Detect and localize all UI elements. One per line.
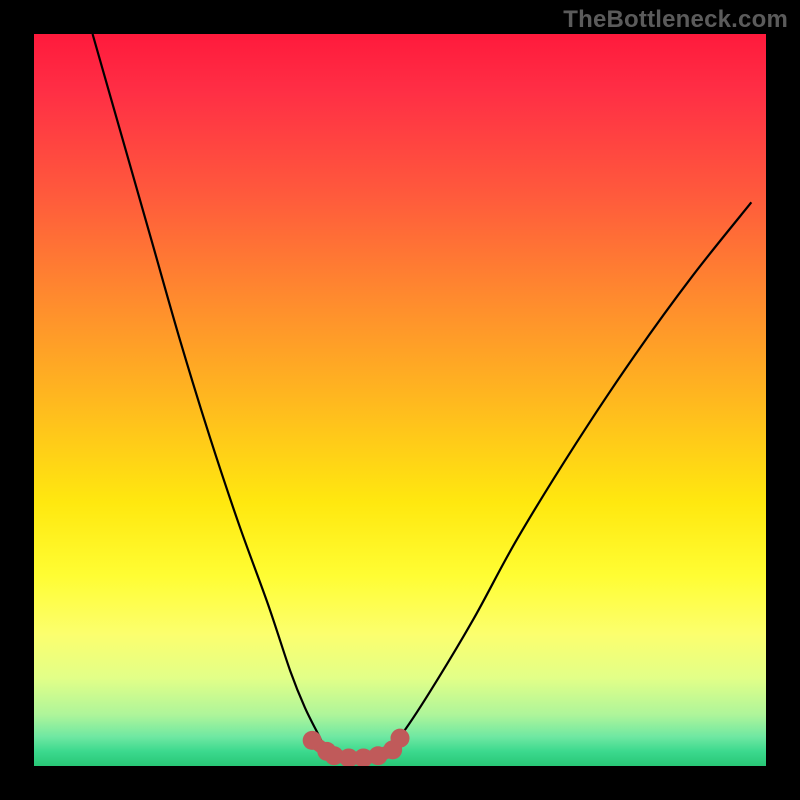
watermark-text: TheBottleneck.com [563, 6, 788, 34]
plot-area [34, 34, 766, 766]
chart-frame: TheBottleneck.com [0, 0, 800, 800]
curve-layer [34, 34, 766, 766]
marker-dot [391, 729, 410, 748]
optimal-range-markers [303, 729, 410, 766]
bottleneck-curve [93, 34, 752, 759]
